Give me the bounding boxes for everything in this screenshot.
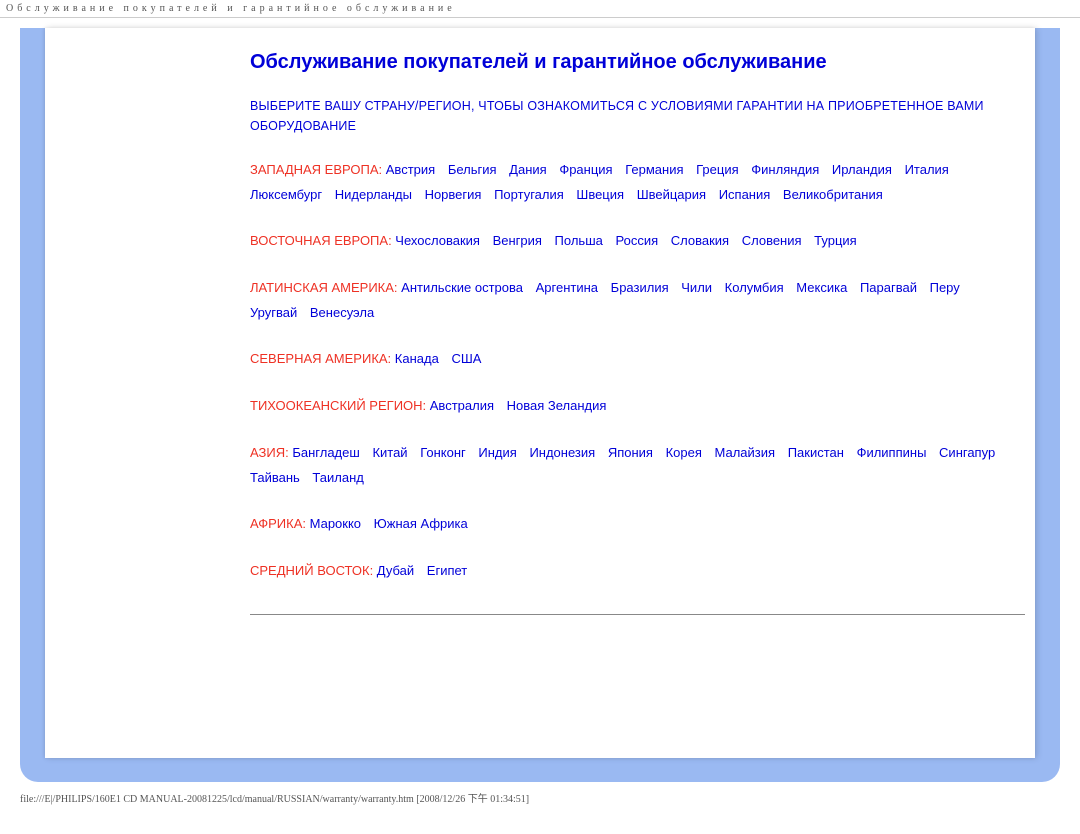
country-link[interactable]: Чили (681, 280, 712, 295)
country-link[interactable]: Норвегия (425, 187, 482, 202)
region-block: АЗИЯ: Бангладеш Китай Гонконг Индия Индо… (250, 441, 1025, 490)
country-link[interactable]: Антильские острова (401, 280, 523, 295)
country-link[interactable]: Испания (719, 187, 771, 202)
country-link[interactable]: Уругвай (250, 305, 297, 320)
country-link[interactable]: Нидерланды (335, 187, 412, 202)
country-link[interactable]: Финляндия (751, 162, 819, 177)
region-block: ТИХООКЕАНСКИЙ РЕГИОН: Австралия Новая Зе… (250, 394, 1025, 419)
country-link[interactable]: Парагвай (860, 280, 917, 295)
region-label: ТИХООКЕАНСКИЙ РЕГИОН: (250, 398, 430, 413)
region-block: СЕВЕРНАЯ АМЕРИКА: Канада США (250, 347, 1025, 372)
country-link[interactable]: Швейцария (637, 187, 706, 202)
content-area: Обслуживание покупателей и гарантийное о… (45, 28, 1035, 635)
country-link[interactable]: Люксембург (250, 187, 322, 202)
region-label: ВОСТОЧНАЯ ЕВРОПА: (250, 233, 395, 248)
outer-frame: Обслуживание покупателей и гарантийное о… (20, 28, 1060, 782)
region-label: ЗАПАДНАЯ ЕВРОПА: (250, 162, 386, 177)
country-link[interactable]: Китай (372, 445, 407, 460)
regions-container: ЗАПАДНАЯ ЕВРОПА: Австрия Бельгия Дания Ф… (250, 158, 1025, 584)
country-link[interactable]: Филиппины (857, 445, 927, 460)
country-link[interactable]: Тайвань (250, 470, 300, 485)
window-titlebar: Обслуживание покупателей и гарантийное о… (0, 0, 1080, 18)
country-link[interactable]: США (451, 351, 481, 366)
country-link[interactable]: Малайзия (715, 445, 776, 460)
country-link[interactable]: Египет (427, 563, 467, 578)
country-link[interactable]: Франция (559, 162, 612, 177)
country-link[interactable]: Турция (814, 233, 857, 248)
country-link[interactable]: Гонконг (420, 445, 466, 460)
country-link[interactable]: Южная Африка (374, 516, 468, 531)
country-link[interactable]: Пакистан (788, 445, 844, 460)
document-panel: Обслуживание покупателей и гарантийное о… (45, 28, 1035, 758)
region-label: АФРИКА: (250, 516, 310, 531)
country-link[interactable]: Япония (608, 445, 653, 460)
country-link[interactable]: Перу (930, 280, 960, 295)
country-link[interactable]: Словакия (671, 233, 729, 248)
region-block: СРЕДНИЙ ВОСТОК: Дубай Египет (250, 559, 1025, 584)
region-label: АЗИЯ: (250, 445, 292, 460)
region-block: ЗАПАДНАЯ ЕВРОПА: Австрия Бельгия Дания Ф… (250, 158, 1025, 207)
country-link[interactable]: Греция (696, 162, 739, 177)
country-link[interactable]: Марокко (310, 516, 361, 531)
country-link[interactable]: Португалия (494, 187, 564, 202)
country-link[interactable]: Россия (615, 233, 658, 248)
country-link[interactable]: Венесуэла (310, 305, 374, 320)
country-link[interactable]: Германия (625, 162, 683, 177)
country-link[interactable]: Индонезия (529, 445, 595, 460)
region-label: СРЕДНИЙ ВОСТОК: (250, 563, 377, 578)
footer-file-path: file:///E|/PHILIPS/160E1 CD MANUAL-20081… (0, 782, 1080, 809)
region-label: ЛАТИНСКАЯ АМЕРИКА: (250, 280, 401, 295)
country-link[interactable]: Индия (478, 445, 516, 460)
country-link[interactable]: Чехословакия (395, 233, 480, 248)
country-link[interactable]: Корея (666, 445, 702, 460)
country-link[interactable]: Колумбия (725, 280, 784, 295)
page-title: Обслуживание покупателей и гарантийное о… (250, 50, 1025, 74)
country-link[interactable]: Канада (395, 351, 439, 366)
country-link[interactable]: Таиланд (312, 470, 363, 485)
country-link[interactable]: Дубай (377, 563, 414, 578)
region-block: АФРИКА: Марокко Южная Африка (250, 512, 1025, 537)
country-link[interactable]: Мексика (796, 280, 847, 295)
country-link[interactable]: Италия (905, 162, 949, 177)
country-link[interactable]: Новая Зеландия (507, 398, 607, 413)
country-link[interactable]: Австралия (430, 398, 494, 413)
divider (250, 614, 1025, 615)
country-link[interactable]: Бразилия (611, 280, 669, 295)
country-link[interactable]: Дания (509, 162, 547, 177)
country-link[interactable]: Сингапур (939, 445, 995, 460)
country-link[interactable]: Словения (742, 233, 802, 248)
country-link[interactable]: Бельгия (448, 162, 497, 177)
country-link[interactable]: Польша (555, 233, 603, 248)
country-link[interactable]: Великобритания (783, 187, 883, 202)
country-link[interactable]: Бангладеш (292, 445, 359, 460)
country-link[interactable]: Австрия (386, 162, 435, 177)
region-label: СЕВЕРНАЯ АМЕРИКА: (250, 351, 395, 366)
country-link[interactable]: Венгрия (493, 233, 542, 248)
intro-text: ВЫБЕРИТЕ ВАШУ СТРАНУ/РЕГИОН, ЧТОБЫ ОЗНАК… (250, 96, 1025, 136)
country-link[interactable]: Ирландия (832, 162, 892, 177)
country-link[interactable]: Аргентина (536, 280, 598, 295)
country-link[interactable]: Швеция (576, 187, 624, 202)
region-block: ЛАТИНСКАЯ АМЕРИКА: Антильские острова Ар… (250, 276, 1025, 325)
region-block: ВОСТОЧНАЯ ЕВРОПА: Чехословакия Венгрия П… (250, 229, 1025, 254)
